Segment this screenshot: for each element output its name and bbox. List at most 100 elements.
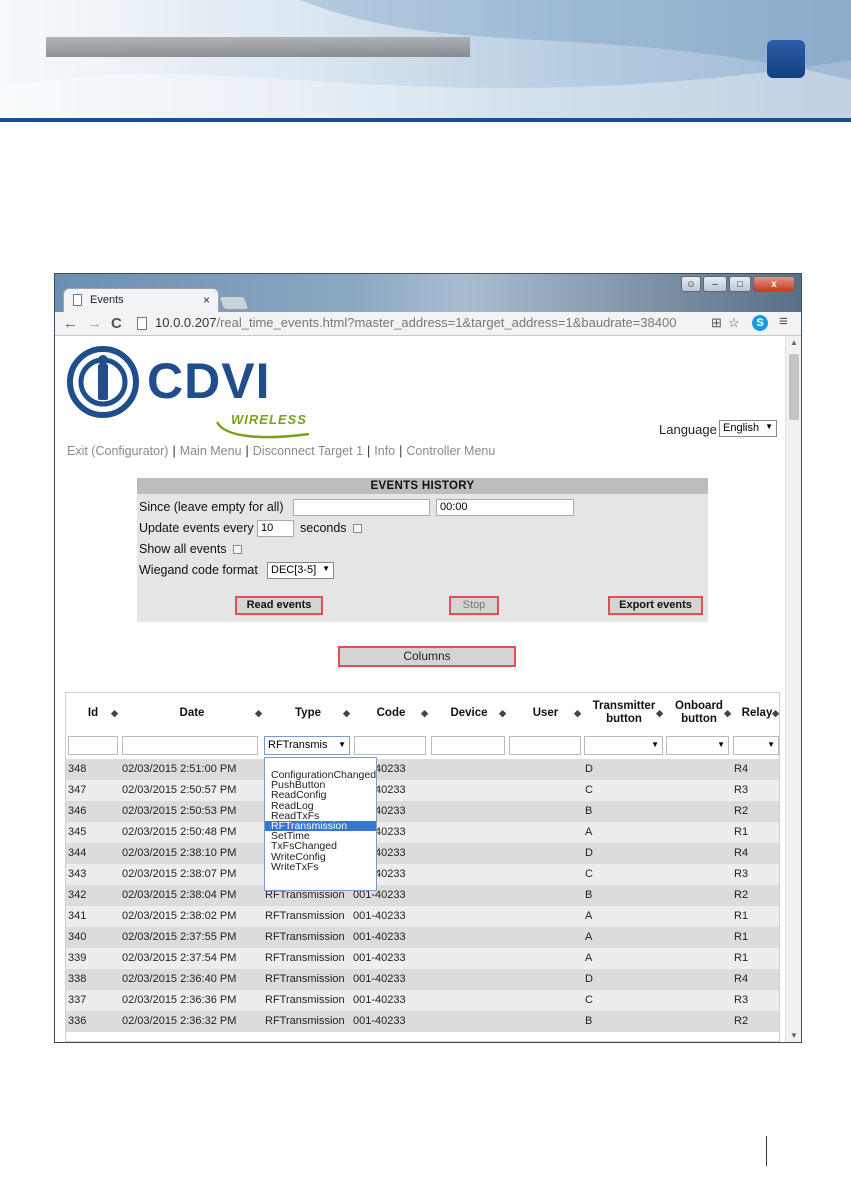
wiegand-format-select[interactable]: DEC[3-5] ▼ bbox=[267, 562, 334, 579]
scroll-down-icon[interactable]: ▼ bbox=[790, 1031, 798, 1040]
cell-type: RFTransmission bbox=[265, 952, 345, 964]
cell-button: A bbox=[585, 826, 593, 838]
filter-type-select[interactable]: RFTransmis ▼ bbox=[264, 736, 350, 755]
cell-date: 02/03/2015 2:36:36 PM bbox=[122, 994, 237, 1006]
columns-button[interactable]: Columns bbox=[338, 646, 516, 667]
update-interval-input[interactable]: 10 bbox=[257, 520, 294, 537]
sort-icon[interactable]: ◆ bbox=[111, 707, 118, 720]
cell-button: A bbox=[585, 931, 593, 943]
show-all-checkbox[interactable] bbox=[232, 545, 242, 555]
forward-arrow-icon[interactable]: → bbox=[87, 315, 102, 332]
since-time-input[interactable]: 00:00 bbox=[436, 499, 574, 516]
menu-disconnect-target[interactable]: Disconnect Target 1 bbox=[253, 444, 363, 458]
header-user[interactable]: User ◆ bbox=[508, 693, 583, 733]
filter-transmitter-select[interactable]: ▼ bbox=[584, 736, 663, 755]
banner-badge bbox=[767, 40, 805, 78]
sort-icon[interactable]: ◆ bbox=[255, 707, 262, 720]
type-option[interactable]: WriteTxFs bbox=[265, 861, 376, 872]
table-row[interactable]: 336 02/03/2015 2:36:32 PM RFTransmission 00… bbox=[66, 1011, 779, 1032]
sort-icon[interactable]: ◆ bbox=[499, 707, 506, 720]
chevron-down-icon: ▼ bbox=[651, 740, 659, 749]
cell-relay: R4 bbox=[734, 763, 749, 775]
stop-button[interactable]: Stop bbox=[449, 596, 499, 615]
filter-relay-select[interactable]: ▼ bbox=[733, 736, 779, 755]
filter-date-input[interactable] bbox=[122, 736, 258, 755]
filter-id-input[interactable] bbox=[68, 736, 118, 755]
table-row[interactable]: 34502/03/2015 2:50:48 PMRFTransmission00… bbox=[66, 822, 779, 843]
header-label: Date bbox=[179, 706, 205, 719]
cell-date: 02/03/2015 2:37:54 PM bbox=[122, 952, 237, 964]
filter-user-input[interactable] bbox=[509, 736, 581, 755]
sort-icon[interactable]: ◆ bbox=[421, 707, 428, 720]
export-events-button[interactable]: Export events bbox=[608, 596, 703, 615]
scroll-up-icon[interactable]: ▲ bbox=[790, 338, 798, 347]
new-tab-button[interactable] bbox=[218, 296, 250, 310]
table-row[interactable]: 342 02/03/2015 2:38:04 PM RFTransmission 00… bbox=[66, 885, 779, 906]
table-row[interactable]: 34702/03/2015 2:50:57 PMRFTransmission00… bbox=[66, 780, 779, 801]
table-row[interactable]: 337 02/03/2015 2:36:36 PM RFTransmission 00… bbox=[66, 990, 779, 1011]
filter-device-input[interactable] bbox=[431, 736, 505, 755]
language-selected: English bbox=[723, 422, 760, 434]
account-icon[interactable]: ☺ bbox=[681, 276, 701, 292]
header-date[interactable]: Date ◆ bbox=[120, 693, 264, 733]
tab-close-icon[interactable]: × bbox=[203, 293, 210, 307]
auto-update-checkbox[interactable] bbox=[352, 524, 362, 534]
address-bar[interactable]: 10.0.0.207/real_time_events.html?master_… bbox=[135, 314, 695, 333]
filter-code-input[interactable] bbox=[354, 736, 426, 755]
translate-icon[interactable]: ⊞ bbox=[711, 315, 722, 331]
table-row[interactable]: 339 02/03/2015 2:37:54 PM RFTransmission 00… bbox=[66, 948, 779, 969]
table-row[interactable]: 34802/03/2015 2:51:00 PMRFTransmission00… bbox=[66, 759, 779, 780]
menu-info[interactable]: Info bbox=[374, 444, 395, 458]
since-date-input[interactable] bbox=[293, 499, 430, 516]
browser-tab[interactable]: Events × bbox=[63, 288, 219, 312]
banner-wave-graphic bbox=[0, 0, 851, 118]
header-transmitter-button[interactable]: Transmitter button ◆ bbox=[583, 693, 665, 733]
page-icon bbox=[73, 294, 82, 306]
header-label: Device bbox=[450, 706, 488, 719]
minimize-button[interactable]: – bbox=[703, 276, 727, 292]
cell-relay: R3 bbox=[734, 994, 749, 1006]
reload-icon[interactable]: C bbox=[111, 315, 122, 332]
events-table: Id ◆ Date ◆ Type ◆ Code ◆ Device ◆ User ◆ Tran… bbox=[65, 692, 780, 1042]
sort-icon[interactable]: ◆ bbox=[343, 707, 350, 720]
cell-id: 336 bbox=[68, 1015, 87, 1027]
header-type[interactable]: Type ◆ bbox=[264, 693, 352, 733]
sort-icon[interactable]: ◆ bbox=[574, 707, 581, 720]
cell-button: D bbox=[585, 973, 593, 985]
maximize-button[interactable]: □ bbox=[729, 276, 751, 292]
cell-id: 340 bbox=[68, 931, 87, 943]
filter-onboard-select[interactable]: ▼ bbox=[666, 736, 729, 755]
skype-icon[interactable]: S bbox=[752, 315, 768, 331]
sort-icon[interactable]: ◆ bbox=[724, 707, 731, 720]
bookmark-star-icon[interactable]: ☆ bbox=[728, 315, 740, 331]
table-row[interactable]: 340 02/03/2015 2:37:55 PM RFTransmission 00… bbox=[66, 927, 779, 948]
menu-icon[interactable]: ≡ bbox=[779, 313, 788, 330]
vertical-scrollbar[interactable]: ▲ ▼ bbox=[785, 336, 801, 1042]
menu-main-menu[interactable]: Main Menu bbox=[180, 444, 242, 458]
cell-relay: R2 bbox=[734, 1015, 749, 1027]
cell-type: RFTransmission bbox=[265, 1015, 345, 1027]
table-row[interactable]: 34402/03/2015 2:38:10 PMRFTransmission00… bbox=[66, 843, 779, 864]
cell-relay: R4 bbox=[734, 973, 749, 985]
sort-icon[interactable]: ◆ bbox=[772, 707, 779, 720]
header-id[interactable]: Id ◆ bbox=[66, 693, 120, 733]
header-onboard-button[interactable]: Onboard button ◆ bbox=[665, 693, 733, 733]
language-select[interactable]: English ▼ bbox=[719, 420, 777, 437]
scrollbar-thumb[interactable] bbox=[789, 354, 799, 420]
cell-type: RFTransmission bbox=[265, 973, 345, 985]
table-row[interactable]: 34302/03/2015 2:38:07 PMRFTransmission00… bbox=[66, 864, 779, 885]
sort-icon[interactable]: ◆ bbox=[656, 707, 663, 720]
menu-exit-configurator[interactable]: Exit (Configurator) bbox=[67, 444, 168, 458]
table-row[interactable]: 34602/03/2015 2:50:53 PMRFTransmission00… bbox=[66, 801, 779, 822]
seconds-label: seconds bbox=[300, 521, 347, 535]
menu-controller-menu[interactable]: Controller Menu bbox=[406, 444, 495, 458]
table-row[interactable]: 341 02/03/2015 2:38:02 PM RFTransmission 00… bbox=[66, 906, 779, 927]
table-row[interactable]: 338 02/03/2015 2:36:40 PM RFTransmission 00… bbox=[66, 969, 779, 990]
back-arrow-icon[interactable]: ← bbox=[63, 315, 78, 332]
header-code[interactable]: Code ◆ bbox=[352, 693, 430, 733]
header-device[interactable]: Device ◆ bbox=[430, 693, 508, 733]
close-window-button[interactable]: x bbox=[753, 276, 795, 292]
header-relay[interactable]: Relay ◆ bbox=[733, 693, 779, 733]
type-option[interactable]: TxFsChanged bbox=[265, 841, 376, 852]
read-events-button[interactable]: Read events bbox=[235, 596, 323, 615]
